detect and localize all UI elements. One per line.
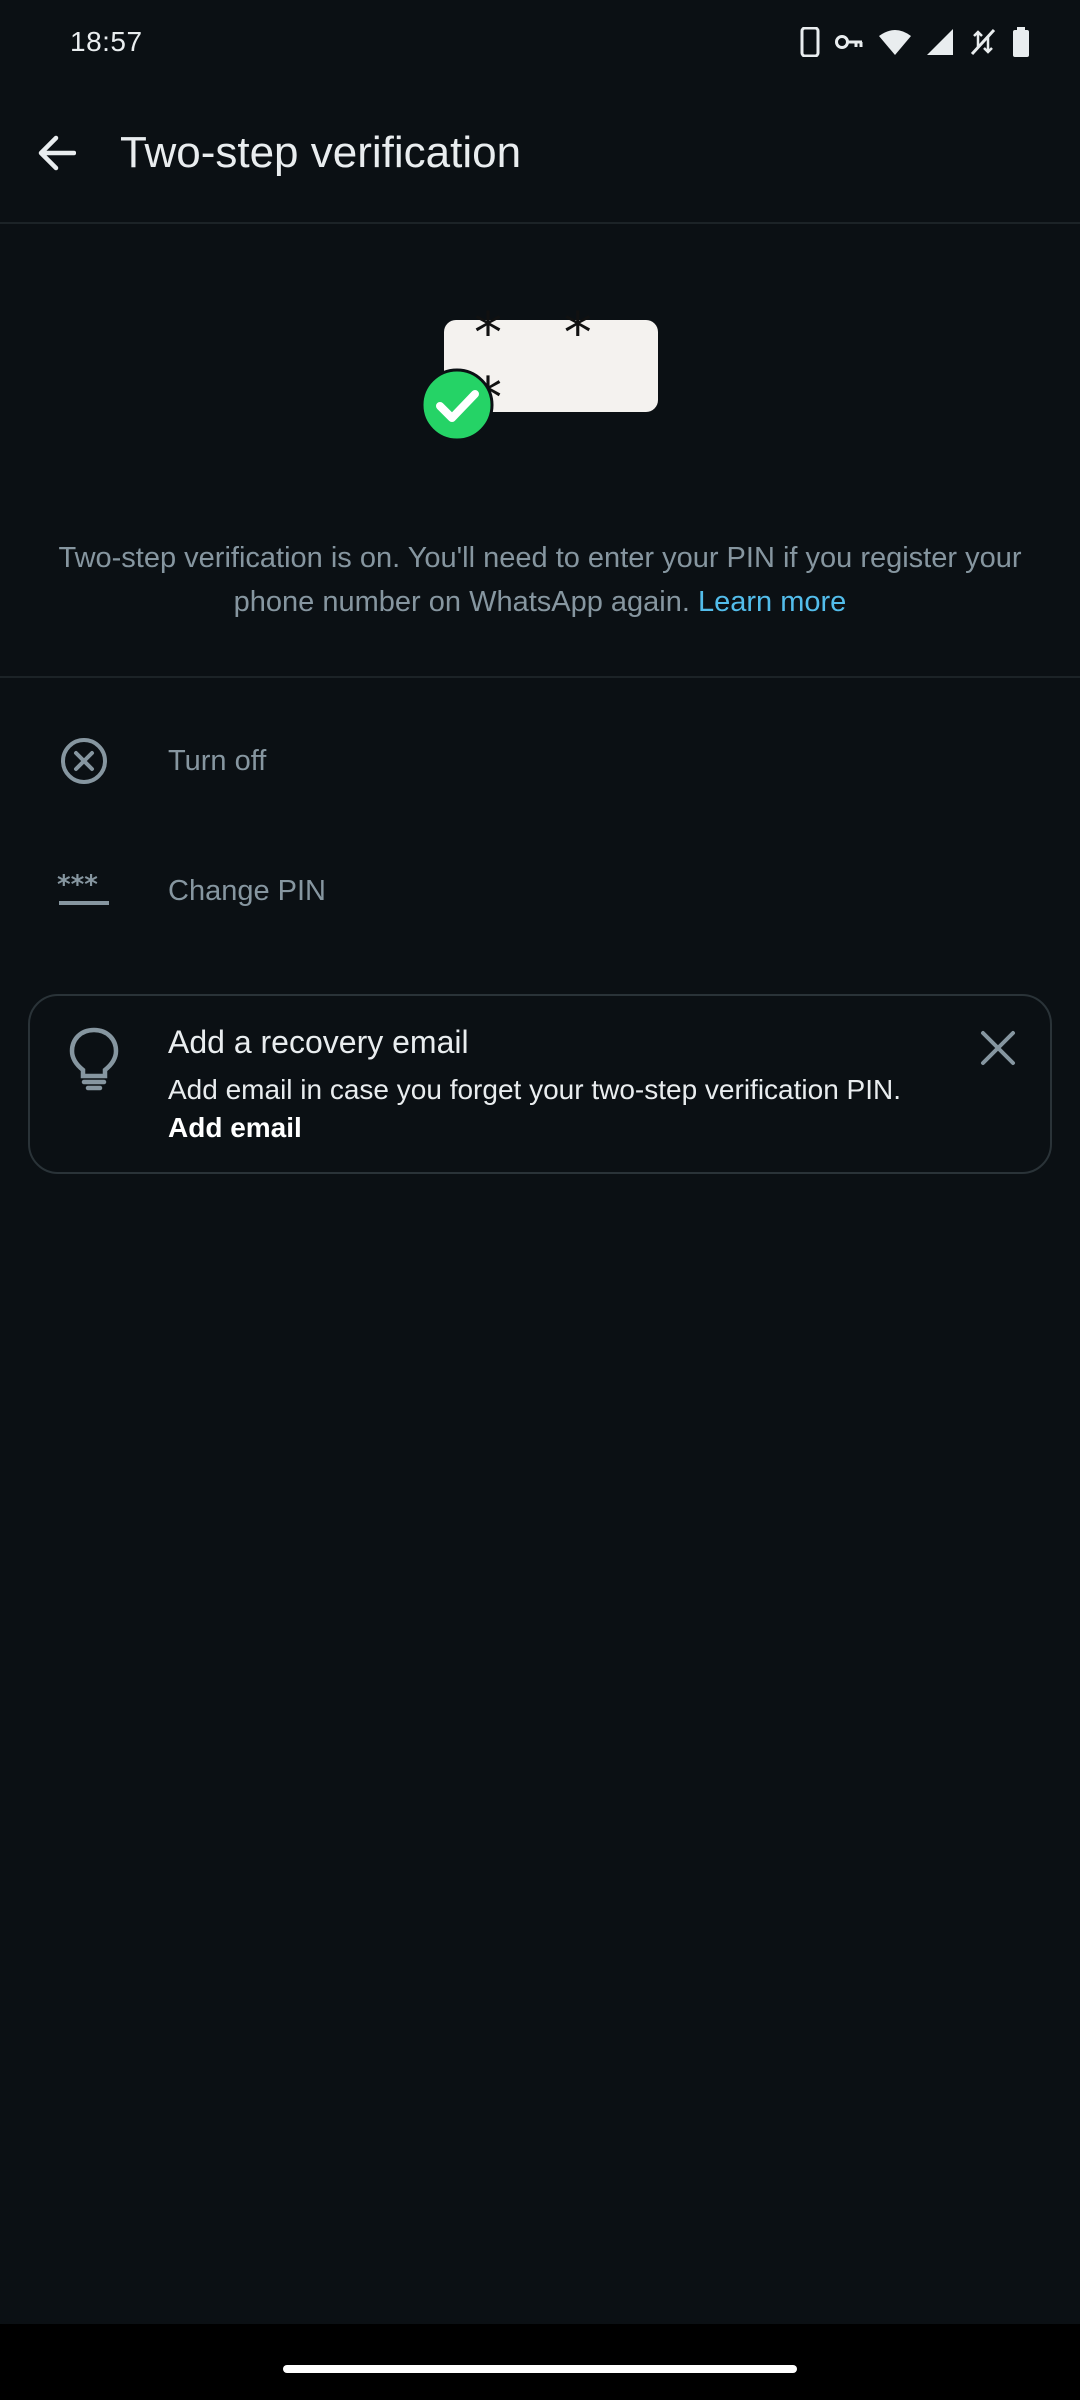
signal-icon [927,29,953,55]
add-email-button[interactable]: Add email [168,1112,302,1144]
wifi-icon [879,30,911,55]
battery-icon [1013,27,1029,57]
status-time: 18:57 [70,26,143,57]
data-off-icon [970,28,996,56]
password-icon: *** [57,873,109,905]
vpn-key-icon [835,35,863,49]
recovery-email-card: Add a recovery email Add email in case y… [28,994,1052,1174]
system-nav-bar [0,2324,1080,2400]
change-pin-option[interactable]: *** Change PIN [0,826,1080,956]
info-text: Two-step verification is on. You'll need… [40,536,1040,624]
svg-text:***: *** [57,873,98,900]
arrow-back-icon [38,135,76,171]
learn-more-link[interactable]: Learn more [698,586,846,618]
app-bar: Two-step verification [0,84,1080,224]
check-badge-icon [420,368,494,442]
recovery-title: Add a recovery email [168,1024,469,1060]
close-icon [981,1031,1015,1065]
info-description: Two-step verification is on. You'll need… [58,542,1022,618]
back-button[interactable] [0,97,112,209]
lightbulb-icon [69,1027,119,1091]
pin-illustration: * * * [0,300,1080,460]
page-title: Two-step verification [120,128,522,177]
turn-off-option[interactable]: Turn off [0,696,1080,826]
change-pin-label: Change PIN [168,874,326,907]
dismiss-card-button[interactable] [970,1020,1026,1076]
divider [0,676,1080,678]
phone-icon [800,27,820,57]
recovery-description: Add email in case you forget your two-st… [168,1074,902,1105]
status-icons [800,27,1030,57]
cancel-circle-icon [61,738,107,784]
turn-off-label: Turn off [168,744,267,777]
home-gesture-handle[interactable] [283,2365,797,2373]
status-bar: 18:57 [0,0,1080,84]
